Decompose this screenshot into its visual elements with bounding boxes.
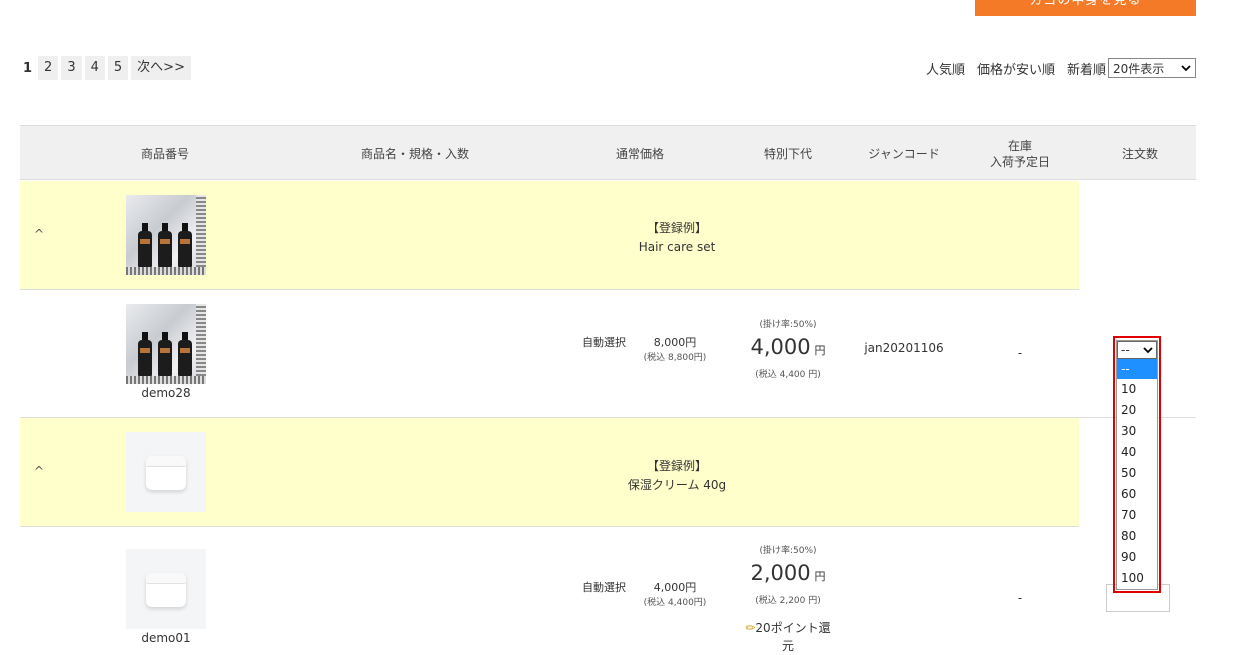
view-cart-button[interactable]: カゴの中身を見る [975, 0, 1196, 16]
variant-label: 自動選択 [582, 581, 626, 594]
wholesale-value: 4,000 [750, 335, 811, 359]
header-arrival-label: 入荷予定日 [989, 154, 1050, 169]
header-price: 通常価格 [615, 146, 664, 161]
points-info: ✏20ポイント還 元 [738, 619, 838, 655]
page-current: 1 [23, 60, 33, 76]
per-page-value: 20件表示 [1113, 61, 1165, 76]
stock-value: - [1017, 346, 1023, 360]
regular-price-tax: (税込 8,800円) [643, 353, 707, 363]
table-row: demo01 自動選択 4,000円 (税込 4,400円) (掛け率:50%)… [20, 527, 1196, 653]
page-link-5[interactable]: 5 [107, 56, 129, 80]
chevron-down-icon [1181, 61, 1191, 75]
rate-label: (掛け率:50%) [759, 546, 817, 556]
sort-popular-link[interactable]: 人気順 [926, 59, 965, 78]
product-name: 保湿クリーム 40g [627, 478, 727, 492]
pencil-icon: ✏ [745, 621, 756, 635]
header-qty: 注文数 [1121, 146, 1158, 161]
product-group-row: ^ 【登録例】 保湿クリーム 40g [20, 418, 1079, 526]
page-link-2[interactable]: 2 [38, 56, 59, 80]
regular-price: 8,000円 [653, 336, 697, 349]
product-code: demo01 [141, 631, 191, 645]
regular-price: 4,000円 [653, 581, 697, 594]
wholesale-yen: 円 [814, 570, 826, 583]
wholesale-tax: (税込 2,200 円) [755, 596, 821, 606]
product-badge: 【登録例】 [646, 221, 707, 235]
header-name: 商品名・規格・入数 [360, 146, 469, 161]
wholesale-price: 4,000 円 [738, 335, 838, 359]
header-stock: 在庫 入荷予定日 [970, 126, 1070, 181]
per-page-select[interactable]: 20件表示 [1108, 58, 1196, 78]
highlight-box [1113, 336, 1161, 593]
header-stock-label: 在庫 [1007, 138, 1032, 153]
collapse-toggle[interactable]: ^ [34, 464, 44, 478]
regular-price-tax: (税込 4,400円) [643, 598, 707, 608]
table-row: demo28 自動選択 8,000円 (税込 8,800円) (掛け率:50%)… [20, 290, 1196, 417]
sort-bar: 人気順 価格が安い順 新着順 20件表示 [926, 57, 1196, 79]
product-thumbnail[interactable] [126, 195, 206, 275]
sort-newest-link[interactable]: 新着順 [1067, 59, 1106, 78]
product-table-header: 商品番号 商品名・規格・入数 通常価格 特別下代 ジャンコード 在庫 入荷予定日… [20, 125, 1196, 180]
product-thumbnail[interactable] [126, 432, 206, 512]
header-jan: ジャンコード [868, 146, 940, 161]
wholesale-value: 2,000 [750, 561, 811, 585]
stock-value: - [1017, 591, 1023, 605]
product-title[interactable]: 【登録例】 Hair care set [527, 219, 827, 257]
product-badge: 【登録例】 [646, 459, 707, 473]
product-group-row: ^ 【登録例】 Hair care set [20, 181, 1079, 289]
page-next-link[interactable]: 次へ>> [131, 56, 191, 80]
jan-code: jan20201106 [864, 341, 944, 355]
variant-thumbnail [126, 549, 206, 629]
points-text-cont: 元 [781, 639, 794, 653]
wholesale-price: 2,000 円 [738, 561, 838, 585]
page-link-3[interactable]: 3 [61, 56, 82, 80]
variant-label: 自動選択 [582, 336, 626, 349]
product-name: Hair care set [638, 240, 716, 254]
variant-thumbnail [126, 304, 206, 384]
rate-label: (掛け率:50%) [759, 320, 817, 330]
product-code: demo28 [141, 386, 191, 400]
wholesale-yen: 円 [814, 344, 826, 357]
sort-price-link[interactable]: 価格が安い順 [977, 59, 1055, 78]
pagination: 1 2 3 4 5 次へ>> [20, 56, 191, 80]
wholesale-tax: (税込 4,400 円) [755, 370, 821, 380]
points-text: 20ポイント還 [755, 621, 831, 635]
header-code: 商品番号 [140, 146, 189, 161]
collapse-toggle[interactable]: ^ [34, 227, 44, 241]
header-wholesale: 特別下代 [763, 146, 812, 161]
product-title[interactable]: 【登録例】 保湿クリーム 40g [527, 457, 827, 495]
page-link-4[interactable]: 4 [84, 56, 105, 80]
